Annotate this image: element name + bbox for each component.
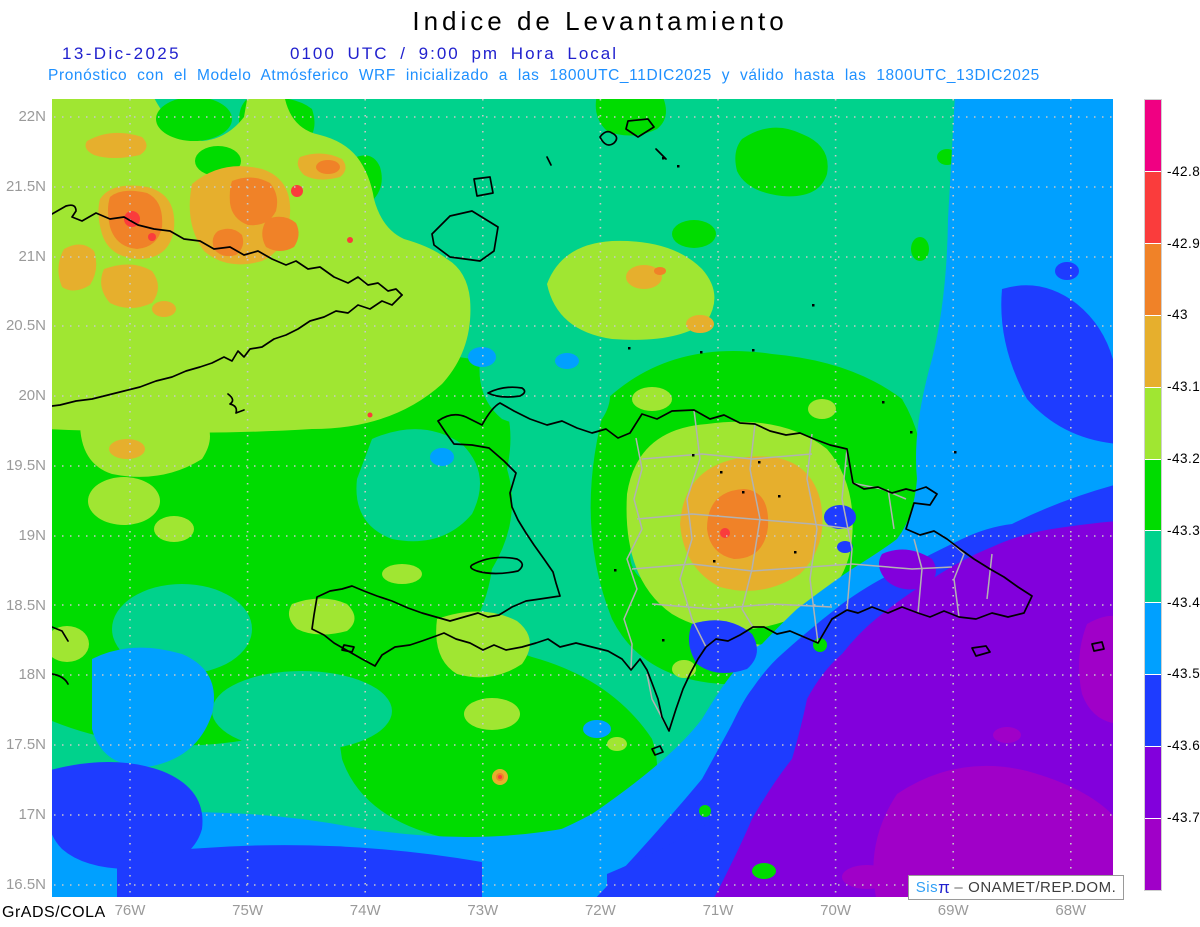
colorbar-segment <box>1145 747 1161 819</box>
lon-tick-label: 76W <box>114 902 146 919</box>
pi-icon: π <box>938 877 951 897</box>
lon-tick-label: 72W <box>584 902 616 919</box>
colorbar-segment <box>1145 387 1161 459</box>
colorbar-segment <box>1145 531 1161 603</box>
lat-tick-label: 18N <box>18 666 46 684</box>
colorbar-segment <box>1145 315 1161 387</box>
forecast-time: 0100 UTC / 9:00 pm Hora Local <box>290 44 619 63</box>
forecast-date: 13-Dic-2025 <box>62 44 182 63</box>
sispi-logo: Sis <box>915 879 939 896</box>
colorbar-tick-label: -43 <box>1167 307 1189 323</box>
lat-tick-label: 17.5N <box>5 736 46 754</box>
lat-tick-label: 20N <box>18 387 46 405</box>
forecast-map <box>52 99 1113 897</box>
lat-tick-label: 17N <box>18 806 46 823</box>
lat-tick-label: 21.5N <box>5 177 46 195</box>
colorbar-tick-label: -43.1 <box>1167 379 1200 395</box>
page-title: Indice de Levantamiento <box>412 6 788 36</box>
colorbar-tick-label: -43.7 <box>1167 810 1200 825</box>
colorbar-tick-label: -42.9 <box>1167 235 1200 251</box>
grads-credit: GrADS/COLA <box>2 904 106 921</box>
lat-tick-label: 20.5N <box>5 317 46 335</box>
model-subtitle: Pronóstico con el Modelo Atmósferico WRF… <box>48 67 1040 84</box>
lat-tick-label: 21N <box>18 247 46 265</box>
colorbar-segment <box>1145 171 1161 243</box>
lon-tick-label: 74W <box>349 902 381 919</box>
lon-tick-label: 75W <box>232 902 264 919</box>
colorbar-segment <box>1145 243 1161 315</box>
lat-tick-label: 19.5N <box>5 457 46 474</box>
colorbar-tick-label: -43.4 <box>1167 594 1200 610</box>
lat-tick-label: 18.5N <box>5 596 46 614</box>
colorbar-segment <box>1145 100 1161 171</box>
dash-separator: – <box>954 879 964 896</box>
grads-plot-page: Indice de Levantamiento 13-Dic-2025 0100… <box>0 0 1200 927</box>
sispi-onamet-badge: Sis π – ONAMET/REP.DOM. <box>908 875 1124 900</box>
colorbar-tick-label: -42.8 <box>1167 163 1200 179</box>
lon-tick-label: 69W <box>937 902 969 919</box>
colorbar-legend <box>1144 99 1162 891</box>
lon-tick-label: 71W <box>702 902 734 919</box>
lat-tick-label: 19N <box>18 526 46 544</box>
colorbar-tick-label: -43.6 <box>1167 738 1200 754</box>
lat-tick-label: 22N <box>18 108 46 125</box>
colorbar-segment <box>1145 675 1161 747</box>
colorbar-segment <box>1145 603 1161 675</box>
lon-tick-label: 73W <box>467 902 499 919</box>
colorbar-tick-label: -43.3 <box>1167 522 1200 538</box>
colorbar-segment <box>1145 459 1161 531</box>
lon-tick-label: 70W <box>820 902 852 919</box>
onamet-label: ONAMET/REP.DOM. <box>968 879 1117 896</box>
lat-tick-label: 16.5N <box>5 875 46 893</box>
colorbar-segment <box>1145 819 1161 890</box>
lon-tick-label: 68W <box>1055 902 1087 919</box>
colorbar-tick-label: -43.2 <box>1167 451 1200 466</box>
field-layer <box>52 99 1113 897</box>
colorbar-tick-label: -43.5 <box>1167 666 1200 682</box>
